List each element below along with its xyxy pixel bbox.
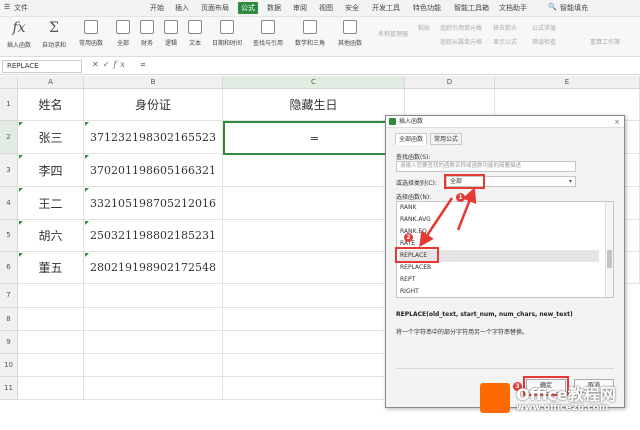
site-watermark: Office教程网 www.office26.com xyxy=(480,383,630,423)
annotation-arrows xyxy=(419,187,477,248)
arrow-to-replace xyxy=(419,197,454,248)
step-badge-1: 1 xyxy=(456,193,465,202)
office-logo-icon xyxy=(480,383,510,413)
step-badge-2: 2 xyxy=(404,233,413,242)
watermark-title: Office教程网 xyxy=(516,385,616,404)
watermark-url: www.office26.com xyxy=(516,403,609,413)
spreadsheet-app: ☰ 文件 开始 插入 页面布局 公式 数据 审阅 视图 安全 开发工具 特色功能… xyxy=(0,0,640,430)
